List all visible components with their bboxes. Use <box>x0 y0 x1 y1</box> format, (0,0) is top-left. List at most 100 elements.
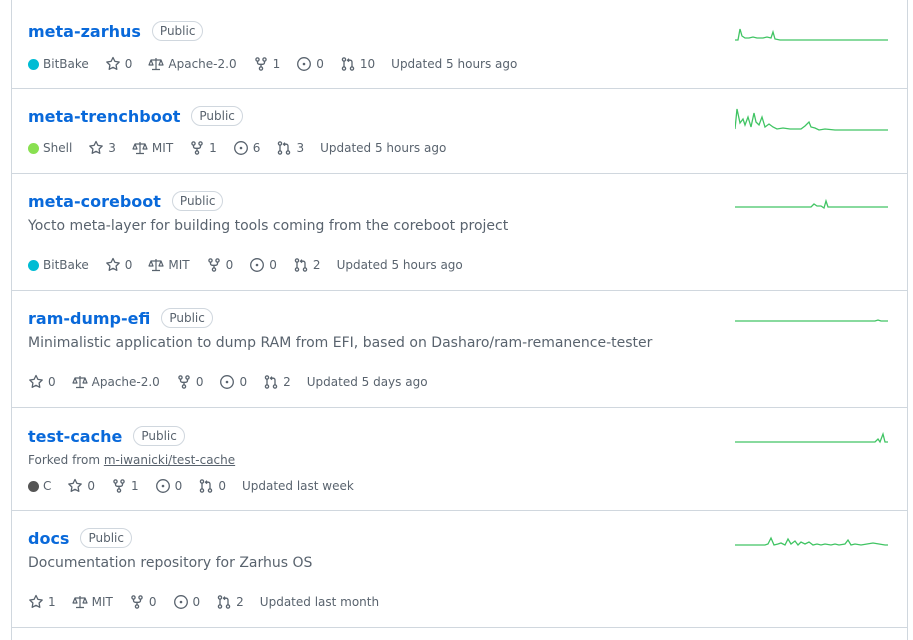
issues-link[interactable]: 0 <box>173 594 201 610</box>
visibility-badge: Public <box>171 191 224 211</box>
forks-count: 1 <box>131 479 139 493</box>
license: MIT <box>72 594 113 610</box>
list-item: test-cache Public Forked from m-iwanicki… <box>12 408 907 511</box>
pull-request-icon <box>216 594 236 610</box>
pulls-link[interactable]: 2 <box>216 594 244 610</box>
repo-name-link[interactable]: ram-dump-efi <box>28 309 150 328</box>
stars-link[interactable]: 0 <box>105 257 133 273</box>
visibility-badge: Public <box>133 426 185 446</box>
repo-name-link[interactable]: test-cache <box>28 427 122 446</box>
issue-icon <box>296 56 316 72</box>
issues-link[interactable]: 0 <box>249 257 277 273</box>
pulls-link[interactable]: 0 <box>198 478 226 494</box>
star-icon <box>28 594 48 610</box>
activity-sparkline <box>735 536 888 546</box>
license: Apache-2.0 <box>148 56 237 72</box>
issues-link[interactable]: 0 <box>155 478 183 494</box>
issue-icon <box>249 257 269 273</box>
language-label: BitBake <box>43 57 89 71</box>
activity-sparkline <box>735 431 888 444</box>
pulls-count: 2 <box>283 375 291 389</box>
issue-icon <box>233 140 253 156</box>
forks-count: 0 <box>148 595 157 609</box>
forked-from: Forked from m-iwanicki/test-cache <box>28 453 235 467</box>
visibility-badge: Public <box>161 308 213 328</box>
repo-name-link[interactable]: meta-trenchboot <box>28 107 180 126</box>
forks-count: 0 <box>195 375 204 389</box>
license-label: MIT <box>91 595 113 609</box>
forks-count: 1 <box>209 141 217 155</box>
issues-count: 0 <box>192 595 201 609</box>
issues-link[interactable]: 6 <box>233 140 260 156</box>
repo-description: Yocto meta-layer for building tools comi… <box>28 218 509 234</box>
language-label: BitBake <box>43 258 89 272</box>
stars-link[interactable]: 0 <box>105 56 132 72</box>
forks-count: 1 <box>272 57 281 71</box>
stars-count: 1 <box>48 595 56 609</box>
license: MIT <box>132 140 173 156</box>
activity-sparkline <box>735 108 888 131</box>
pulls-link[interactable]: 2 <box>293 257 321 273</box>
law-scale-icon <box>132 140 152 156</box>
fork-icon <box>129 594 149 610</box>
forks-count: 0 <box>225 258 234 272</box>
updated-time: Updated 5 hours ago <box>320 141 447 155</box>
forked-from-link[interactable]: m-iwanicki/test-cache <box>104 453 235 467</box>
star-icon <box>105 257 125 273</box>
language-color-dot <box>28 259 39 271</box>
forks-link[interactable]: 0 <box>176 374 204 390</box>
license: MIT <box>148 257 190 273</box>
issues-link[interactable]: 0 <box>296 56 324 72</box>
pull-request-icon <box>293 257 313 273</box>
fork-icon <box>189 140 209 156</box>
pull-request-icon <box>198 478 218 494</box>
list-item: docs Public Documentation repository for… <box>12 511 907 628</box>
stars-link[interactable]: 0 <box>28 374 56 390</box>
repo-name-link[interactable]: docs <box>28 529 69 548</box>
stars-count: 3 <box>108 141 116 155</box>
pulls-link[interactable]: 2 <box>263 374 291 390</box>
stars-link[interactable]: 1 <box>28 594 56 610</box>
forks-link[interactable]: 1 <box>189 140 217 156</box>
forks-link[interactable]: 1 <box>111 478 139 494</box>
pulls-count: 0 <box>218 479 226 493</box>
forks-link[interactable]: 1 <box>253 56 281 72</box>
forks-link[interactable]: 0 <box>206 257 234 273</box>
license-label: Apache-2.0 <box>91 375 160 389</box>
pull-request-icon <box>276 140 296 156</box>
pull-request-icon <box>263 374 283 390</box>
repo-name-link[interactable]: meta-coreboot <box>28 192 161 211</box>
fork-icon <box>206 257 226 273</box>
fork-icon <box>176 374 196 390</box>
law-scale-icon <box>148 257 168 273</box>
updated-time: Updated last month <box>259 595 380 609</box>
pulls-link[interactable]: 3 <box>276 140 304 156</box>
updated-time: Updated last week <box>241 479 354 493</box>
updated-time: Updated 5 days ago <box>306 375 428 389</box>
pulls-count: 2 <box>236 595 244 609</box>
issue-icon <box>173 594 193 610</box>
updated-time: Updated 5 hours ago <box>391 57 518 71</box>
language: BitBake <box>28 258 89 272</box>
issues-link[interactable]: 0 <box>219 374 247 390</box>
forks-link[interactable]: 0 <box>129 594 157 610</box>
pulls-count: 3 <box>296 141 305 155</box>
license: Apache-2.0 <box>72 374 160 390</box>
repo-description: Documentation repository for Zarhus OS <box>28 555 313 571</box>
law-scale-icon <box>72 594 92 610</box>
star-icon <box>28 374 48 390</box>
pulls-count: 2 <box>312 258 321 272</box>
issues-count: 0 <box>174 479 183 493</box>
law-scale-icon <box>72 374 92 390</box>
stars-count: 0 <box>124 258 133 272</box>
language-color-dot <box>28 58 39 70</box>
list-item: meta-trenchboot Public Shell 3 MIT 1 6 3… <box>12 89 907 174</box>
repo-name-link[interactable]: meta-zarhus <box>28 22 141 41</box>
fork-icon <box>253 56 273 72</box>
stars-link[interactable]: 3 <box>88 140 116 156</box>
activity-sparkline <box>735 198 888 210</box>
pulls-link[interactable]: 10 <box>340 56 375 72</box>
stars-link[interactable]: 0 <box>67 478 95 494</box>
repo-description: Minimalistic application to dump RAM fro… <box>28 335 653 351</box>
list-item: ram-dump-efi Public Minimalistic applica… <box>12 291 907 408</box>
